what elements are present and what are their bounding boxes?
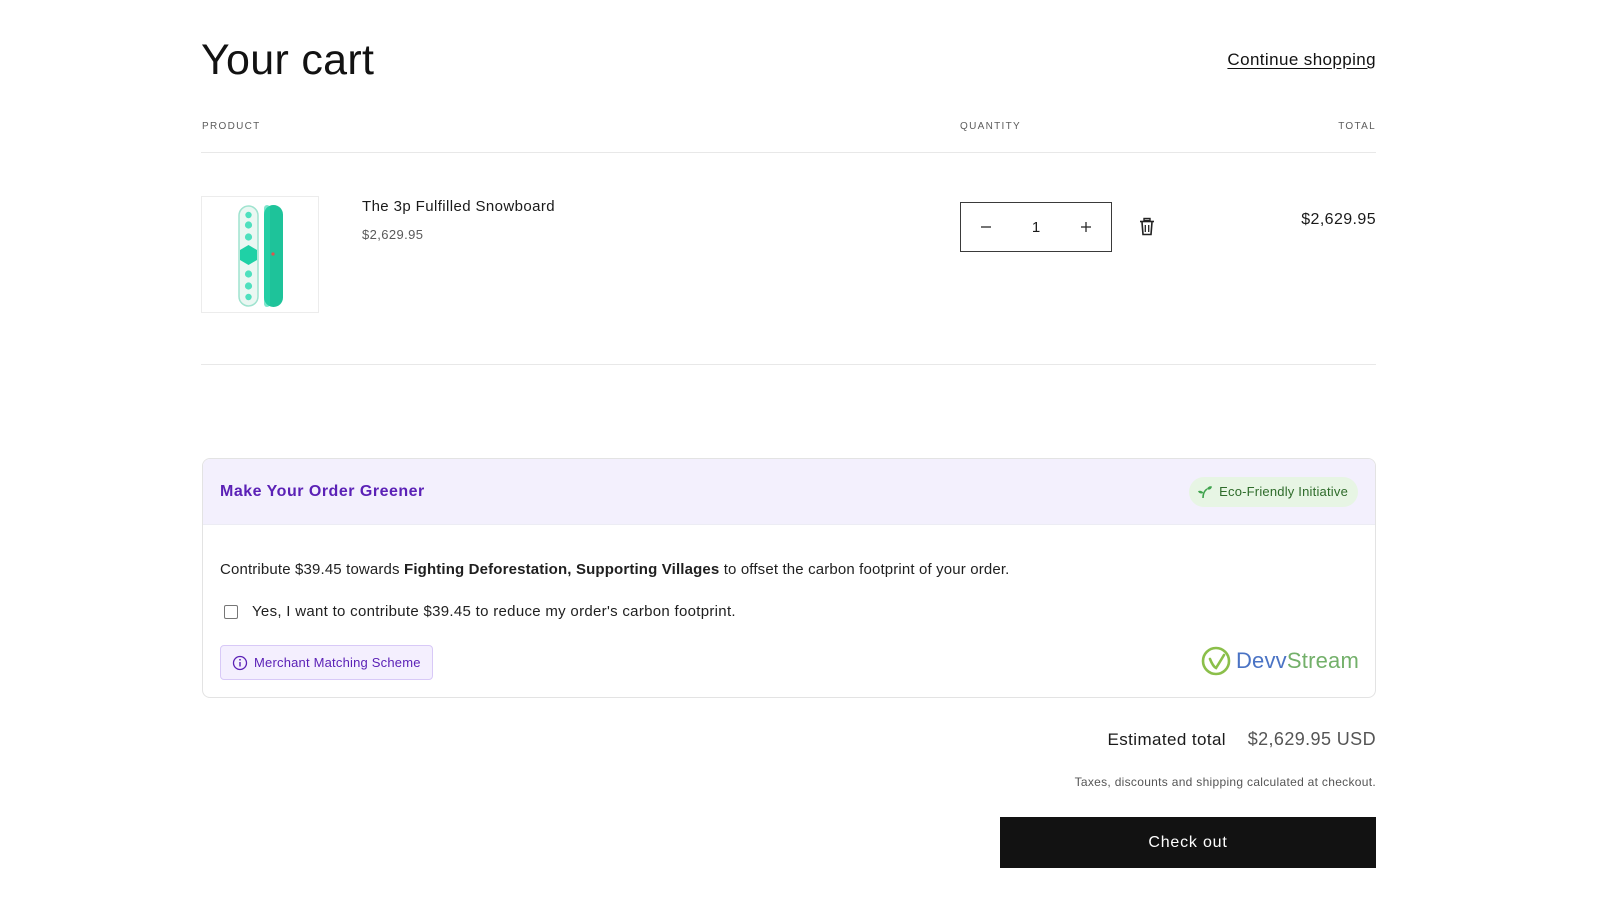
eco-panel-title: Make Your Order Greener	[220, 482, 425, 500]
brand-part-devv: Devv	[1235, 648, 1287, 673]
product-name[interactable]: The 3p Fulfilled Snowboard	[362, 198, 555, 215]
checkout-button[interactable]: Check out	[1000, 817, 1376, 868]
column-header-quantity: QUANTITY	[960, 121, 1021, 132]
estimated-total-label: Estimated total	[1107, 730, 1226, 749]
minus-icon	[981, 226, 991, 228]
merchant-matching-button[interactable]: Merchant Matching Scheme	[220, 645, 433, 680]
product-unit-price: $2,629.95	[362, 227, 424, 242]
line-item-total: $2,629.95	[1301, 211, 1376, 228]
continue-shopping-link[interactable]: Continue shopping	[1227, 50, 1376, 70]
tax-note: Taxes, discounts and shipping calculated…	[1074, 775, 1376, 789]
contribution-checkbox[interactable]	[224, 604, 238, 619]
snowboard-image	[238, 205, 283, 307]
estimated-total-value: $2,629.95 USD	[1247, 729, 1376, 749]
plus-icon	[1081, 222, 1091, 232]
devvstream-leaf-icon	[1201, 646, 1231, 676]
page-title: Your cart	[201, 36, 375, 84]
eco-text-suffix: to offset the carbon footprint of your o…	[719, 561, 1010, 578]
quantity-stepper	[960, 202, 1112, 252]
brand-part-stream: Stream	[1286, 648, 1359, 673]
quantity-input[interactable]	[1011, 218, 1061, 236]
divider	[201, 152, 1376, 153]
eco-contribution-panel: Make Your Order Greener Eco-Friendly Ini…	[202, 458, 1376, 698]
devvstream-logo: DevvStream	[1201, 645, 1359, 677]
devvstream-wordmark: DevvStream	[1236, 648, 1359, 674]
trash-icon	[1140, 217, 1154, 236]
eco-description: Contribute $39.45 towards Fighting Defor…	[220, 561, 1010, 578]
remove-item-button[interactable]	[1138, 217, 1156, 237]
contribution-checkbox-label: Yes, I want to contribute $39.45 to redu…	[252, 603, 736, 620]
eco-badge-label: Eco-Friendly Initiative	[1219, 484, 1348, 499]
column-header-total: TOTAL	[1338, 121, 1376, 132]
eco-cause: Fighting Deforestation, Supporting Villa…	[404, 561, 720, 578]
eco-friendly-badge: Eco-Friendly Initiative	[1189, 476, 1358, 507]
column-header-product: PRODUCT	[202, 121, 261, 132]
eco-panel-header: Make Your Order Greener Eco-Friendly Ini…	[203, 459, 1375, 525]
eco-text-prefix: Contribute $39.45 towards	[220, 561, 405, 578]
increase-quantity-button[interactable]	[1061, 203, 1111, 251]
contribution-option[interactable]: Yes, I want to contribute $39.45 to redu…	[224, 603, 736, 620]
merchant-matching-label: Merchant Matching Scheme	[254, 655, 421, 670]
sprout-icon	[1198, 485, 1213, 498]
info-icon	[232, 655, 248, 670]
decrease-quantity-button[interactable]	[961, 203, 1011, 251]
divider	[201, 364, 1376, 365]
product-thumbnail[interactable]	[201, 196, 319, 313]
